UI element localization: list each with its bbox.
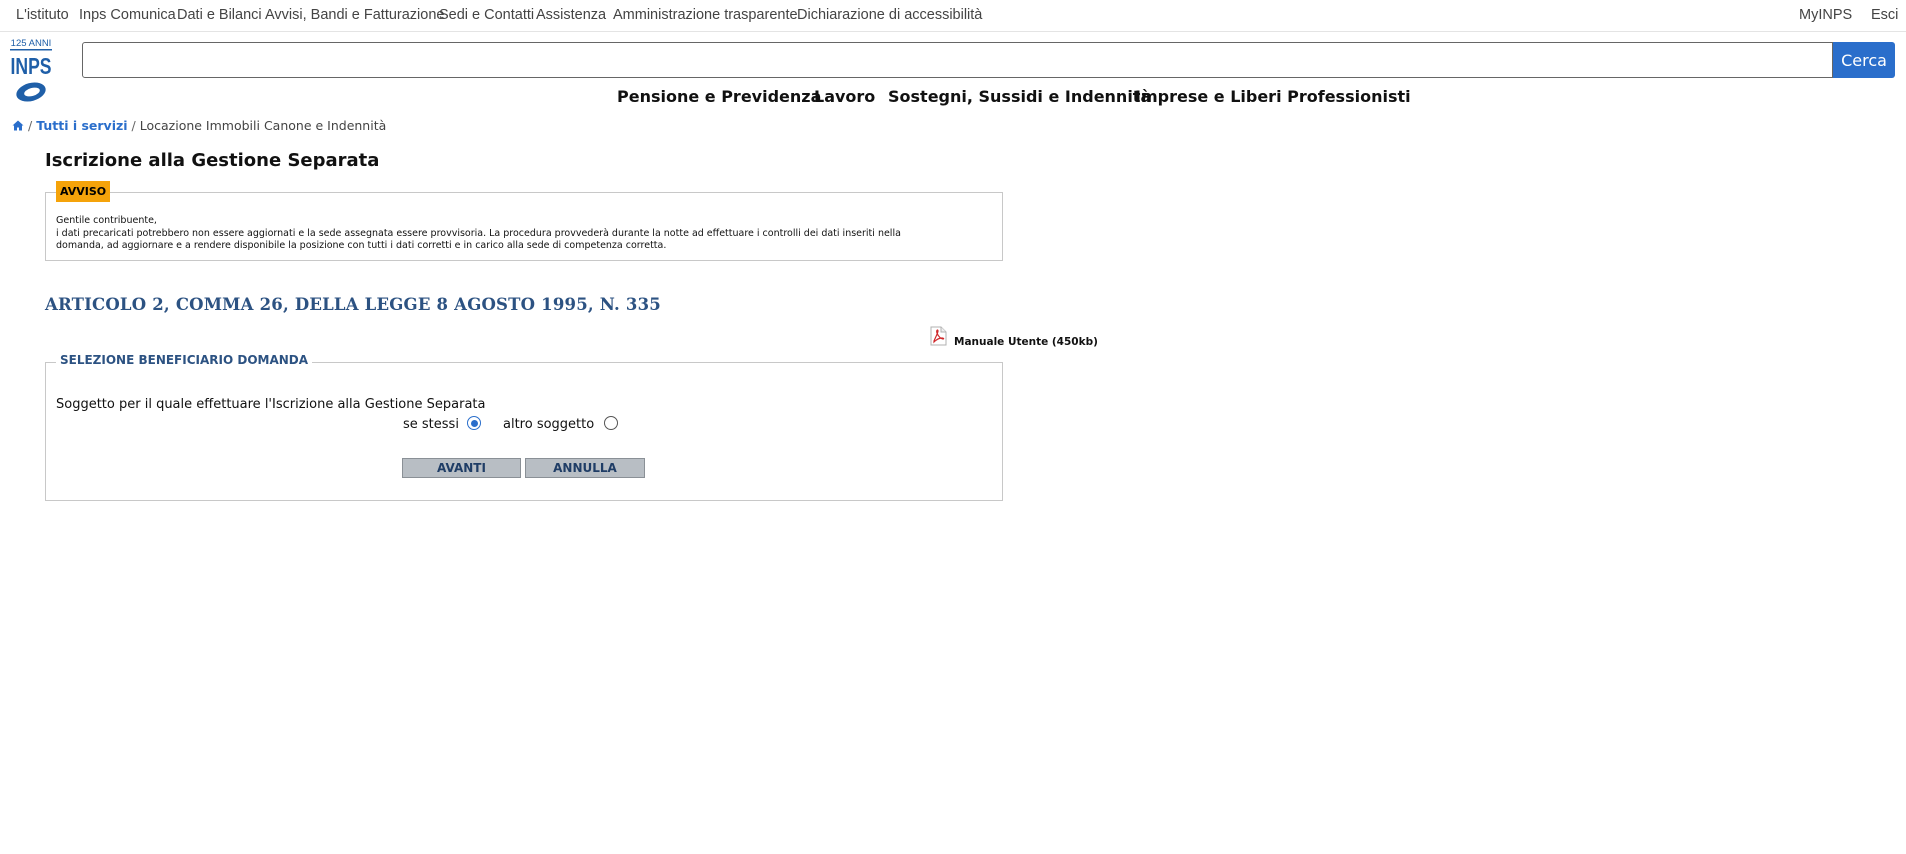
manual-utente-label[interactable]: Manuale Utente (450kb) <box>954 336 1098 348</box>
radio-altro-soggetto[interactable] <box>604 416 618 430</box>
home-icon[interactable] <box>12 120 24 131</box>
topnav-item-dichiarazione-accessibilita[interactable]: Dichiarazione di accessibilità <box>797 7 982 23</box>
logo-brand-text: INPS <box>11 53 52 79</box>
article-title: ARTICOLO 2, COMMA 26, DELLA LEGGE 8 AGOS… <box>45 295 661 314</box>
topnav-item-dati-bilanci[interactable]: Dati e Bilanci <box>177 7 262 23</box>
avviso-line-2: domanda, ad aggiornare e a rendere dispo… <box>56 240 667 251</box>
search-button[interactable]: Cerca <box>1833 42 1895 78</box>
breadcrumb-current: Locazione Immobili Canone e Indennità <box>139 118 387 133</box>
annulla-button[interactable]: ANNULLA <box>525 458 645 478</box>
radio-label-altro-soggetto[interactable]: altro soggetto <box>503 417 594 432</box>
breadcrumb: / Tutti i servizi / Locazione Immobili C… <box>12 118 386 133</box>
topnav-item-amministrazione-trasparente[interactable]: Amministrazione trasparente <box>613 7 798 23</box>
avanti-button[interactable]: AVANTI <box>402 458 521 478</box>
avviso-line-1: i dati precaricati potrebbero non essere… <box>56 227 901 239</box>
mainnav-imprese-professionisti[interactable]: Imprese e Liberi Professionisti <box>1135 87 1411 106</box>
mainnav-pensione-previdenza[interactable]: Pensione e Previdenza <box>617 87 821 106</box>
inps-logo-mark: 125 ANNI INPS <box>10 38 52 102</box>
myinps-link[interactable]: MyINPS <box>1799 7 1852 23</box>
search-input[interactable] <box>82 42 1833 78</box>
mainnav-lavoro[interactable]: Lavoro <box>814 87 875 106</box>
mainnav-sostegni-sussidi[interactable]: Sostegni, Sussidi e Indennità <box>888 87 1151 106</box>
selezione-question: Soggetto per il quale effettuare l'Iscri… <box>56 397 486 412</box>
esci-link[interactable]: Esci <box>1871 7 1898 23</box>
avviso-text: Gentile contribuente, i dati precaricati… <box>56 215 991 253</box>
inps-logo[interactable]: 125 ANNI INPS <box>9 37 53 105</box>
topnav-item-istituto[interactable]: L'istituto <box>16 7 69 23</box>
topnav-item-assistenza[interactable]: Assistenza <box>536 7 606 23</box>
topnav-item-sedi-contatti[interactable]: Sedi e Contatti <box>439 7 534 23</box>
topnav-item-avvisi-bandi[interactable]: Avvisi, Bandi e Fatturazione <box>265 7 444 23</box>
page-title: Iscrizione alla Gestione Separata <box>45 150 380 171</box>
topnav-item-inps-comunica[interactable]: Inps Comunica <box>79 7 176 23</box>
breadcrumb-separator: / <box>131 118 136 133</box>
top-utility-bar: L'istituto Inps Comunica Dati e Bilanci … <box>0 0 1906 32</box>
radio-se-stessi[interactable] <box>467 416 481 430</box>
radio-label-se-stessi[interactable]: se stessi <box>403 417 459 432</box>
breadcrumb-separator: / <box>27 118 33 133</box>
pdf-icon <box>930 326 947 346</box>
selezione-legend: SELEZIONE BENEFICIARIO DOMANDA <box>56 351 313 369</box>
avviso-legend: AVVISO <box>56 181 111 202</box>
logo-anniversary-text: 125 ANNI <box>11 38 52 49</box>
breadcrumb-link-tutti-servizi[interactable]: Tutti i servizi <box>36 118 127 133</box>
avviso-greeting: Gentile contribuente, <box>56 215 157 226</box>
